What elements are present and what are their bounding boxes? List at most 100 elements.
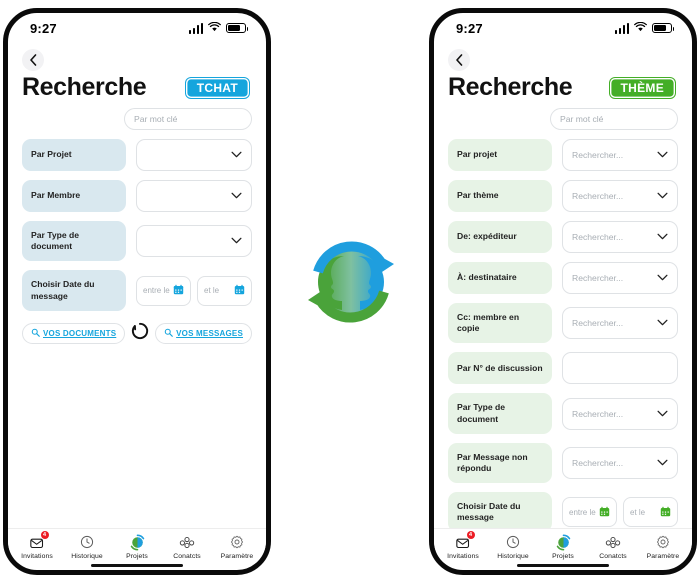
filter-select-destinataire[interactable]: Rechercher... bbox=[562, 262, 678, 294]
filter-select-expediteur[interactable]: Rechercher... bbox=[562, 221, 678, 253]
refresh-spinner-icon[interactable] bbox=[129, 320, 151, 347]
nav-item-projets[interactable]: Projets bbox=[538, 534, 588, 560]
filter-label-numero-discussion: Par N° de discussion bbox=[448, 352, 552, 385]
filter-label-expediteur: De: expéditeur bbox=[448, 221, 552, 253]
filter-row-copie: Cc: membre en copie Rechercher... bbox=[448, 303, 678, 344]
filter-select-type-document[interactable]: Rechercher... bbox=[562, 397, 678, 430]
chevron-down-icon bbox=[657, 318, 668, 328]
nav-item-parametre[interactable]: Paramètre bbox=[638, 534, 688, 560]
chevron-down-icon bbox=[657, 409, 668, 419]
filter-select-type-document-value: Rechercher... bbox=[572, 408, 624, 419]
search-form-tchat: Par mot clé Par Projet Par Membre Par Ty… bbox=[8, 102, 266, 528]
gear-icon bbox=[230, 534, 244, 551]
back-button[interactable] bbox=[448, 49, 470, 71]
mode-badge-tchat[interactable]: TCHAT bbox=[184, 76, 250, 99]
filter-input-numero-discussion[interactable] bbox=[562, 352, 678, 385]
filter-row-theme: Par thème Rechercher... bbox=[448, 180, 678, 212]
filter-select-destinataire-value: Rechercher... bbox=[572, 273, 624, 283]
chevron-down-icon bbox=[231, 191, 242, 201]
filter-label-membre: Par Membre bbox=[22, 180, 126, 212]
filter-label-message-non-repondu: Par Message non répondu bbox=[448, 442, 552, 484]
nav-item-contacts[interactable]: Conatcts bbox=[588, 534, 638, 560]
filter-row-numero-discussion: Par N° de discussion bbox=[448, 352, 678, 385]
keyword-input[interactable]: Par mot clé bbox=[124, 108, 252, 130]
phone-screen-theme: 9:27 Recherche THÈME Par mot clé Par pro… bbox=[429, 8, 697, 575]
two-faces-sync-logo bbox=[296, 226, 406, 336]
date-to-placeholder: et le bbox=[204, 286, 220, 296]
vos-messages-label: VOS MESSAGES bbox=[176, 328, 243, 338]
date-from-input[interactable]: entre le bbox=[562, 497, 617, 528]
mode-badge-theme[interactable]: THÈME bbox=[608, 76, 676, 99]
invitations-badge: 4 bbox=[40, 530, 49, 539]
projects-globe-icon bbox=[555, 534, 572, 551]
status-icons bbox=[188, 19, 249, 37]
filter-label-date: Choisir Date du message bbox=[22, 270, 126, 311]
battery-icon bbox=[652, 22, 675, 34]
vos-documents-button[interactable]: VOS DOCUMENTS bbox=[22, 322, 126, 344]
nav-label-historique: Historique bbox=[71, 552, 103, 560]
keyword-placeholder: Par mot clé bbox=[560, 114, 604, 124]
contacts-icon bbox=[605, 534, 621, 551]
filter-select-message-non-repondu[interactable]: Rechercher... bbox=[562, 446, 678, 479]
filter-row-date: Choisir Date du message entre le et le bbox=[448, 492, 678, 528]
nav-label-contacts: Conatcts bbox=[173, 552, 201, 560]
filter-select-theme-value: Rechercher... bbox=[572, 191, 624, 201]
header: Recherche TCHAT bbox=[8, 71, 266, 102]
nav-item-parametre[interactable]: Paramètre bbox=[212, 534, 262, 560]
keyword-placeholder: Par mot clé bbox=[134, 114, 178, 124]
keyword-row: Par mot clé bbox=[448, 108, 678, 130]
back-button[interactable] bbox=[22, 49, 44, 71]
chevron-down-icon bbox=[657, 273, 668, 283]
filter-select-theme[interactable]: Rechercher... bbox=[562, 180, 678, 212]
home-indicator bbox=[91, 563, 183, 567]
projects-globe-icon bbox=[129, 534, 146, 551]
nav-item-historique[interactable]: Historique bbox=[62, 534, 112, 560]
date-to-input[interactable]: et le bbox=[623, 497, 678, 528]
battery-icon bbox=[226, 22, 249, 34]
keyword-input[interactable]: Par mot clé bbox=[550, 108, 678, 130]
wifi-icon bbox=[634, 19, 647, 37]
date-to-placeholder: et le bbox=[630, 507, 646, 517]
calendar-icon bbox=[234, 284, 245, 297]
filter-row-destinataire: À: destinataire Rechercher... bbox=[448, 262, 678, 294]
home-indicator bbox=[517, 563, 609, 567]
date-to-input[interactable]: et le bbox=[197, 275, 252, 306]
nav-item-contacts[interactable]: Conatcts bbox=[162, 534, 212, 560]
nav-item-projets[interactable]: Projets bbox=[112, 534, 162, 560]
filter-select-projet[interactable]: Rechercher... bbox=[562, 139, 678, 171]
keyword-row: Par mot clé bbox=[22, 108, 252, 130]
nav-item-invitations[interactable]: 4 Invitations bbox=[438, 530, 488, 560]
status-time: 9:27 bbox=[456, 20, 483, 36]
page-title: Recherche bbox=[448, 73, 573, 101]
invitations-badge: 4 bbox=[466, 530, 475, 539]
calendar-icon bbox=[173, 284, 184, 297]
nav-label-projets: Projets bbox=[126, 552, 148, 560]
filter-label-projet: Par Projet bbox=[22, 139, 126, 171]
vos-messages-button[interactable]: VOS MESSAGES bbox=[155, 322, 252, 344]
filter-row-date: Choisir Date du message entre le et le bbox=[22, 270, 252, 311]
status-bar: 9:27 bbox=[8, 13, 266, 43]
nav-label-contacts: Conatcts bbox=[599, 552, 627, 560]
date-from-placeholder: entre le bbox=[569, 507, 596, 517]
calendar-icon bbox=[660, 506, 671, 519]
nav-item-invitations[interactable]: 4 Invitations bbox=[12, 530, 62, 560]
filter-select-membre[interactable] bbox=[136, 180, 252, 212]
filter-row-projet: Par projet Rechercher... bbox=[448, 139, 678, 171]
action-buttons-tchat: VOS DOCUMENTS VOS MESSAGES bbox=[22, 320, 252, 347]
date-from-input[interactable]: entre le bbox=[136, 275, 191, 306]
filter-select-expediteur-value: Rechercher... bbox=[572, 232, 624, 242]
phone-screen-tchat: 9:27 Recherche TCHAT Par mot clé Par Pro… bbox=[3, 8, 271, 575]
filter-select-projet[interactable] bbox=[136, 139, 252, 171]
status-icons bbox=[614, 19, 675, 37]
nav-item-historique[interactable]: Historique bbox=[488, 534, 538, 560]
signal-bars-icon bbox=[188, 22, 203, 34]
clock-icon bbox=[80, 534, 94, 551]
chevron-down-icon bbox=[657, 232, 668, 242]
filter-label-copie: Cc: membre en copie bbox=[448, 303, 552, 344]
filter-row-expediteur: De: expéditeur Rechercher... bbox=[448, 221, 678, 253]
filter-row-type-document: Par Type de document Rechercher... bbox=[448, 393, 678, 434]
filter-row-type-document: Par Type de document bbox=[22, 221, 252, 262]
filter-select-type-document[interactable] bbox=[136, 225, 252, 258]
filter-row-projet: Par Projet bbox=[22, 139, 252, 171]
filter-select-copie[interactable]: Rechercher... bbox=[562, 307, 678, 340]
